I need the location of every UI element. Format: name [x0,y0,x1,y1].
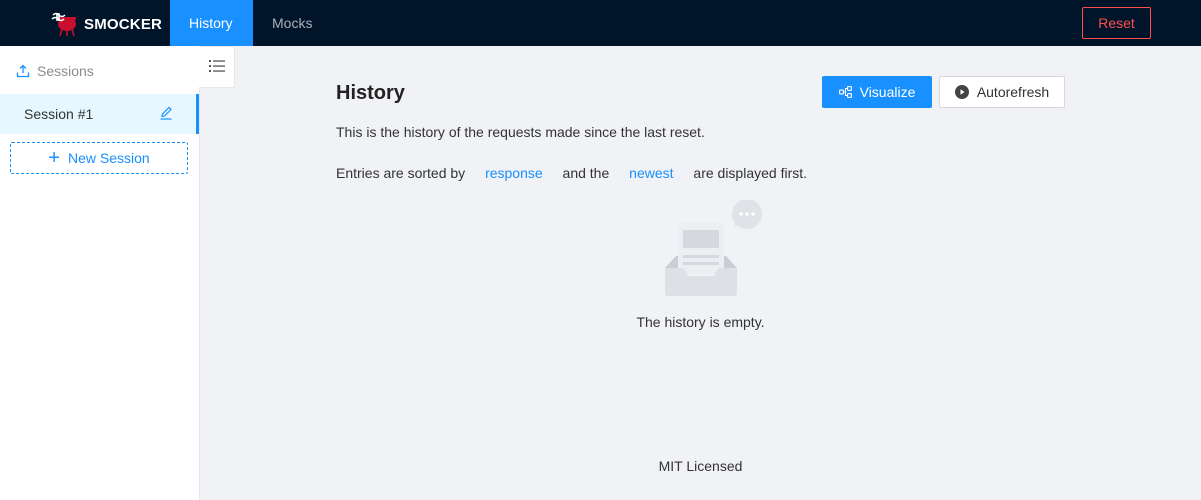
footer-license: MIT Licensed [658,458,743,474]
visualize-label: Visualize [859,84,916,100]
autorefresh-button[interactable]: Autorefresh [939,76,1065,108]
reset-button[interactable]: Reset [1082,7,1151,39]
nav-history[interactable]: History [170,0,253,46]
page-title: History [336,82,405,104]
upload-icon [16,64,30,78]
visualize-button[interactable]: Visualize [822,76,932,108]
sort-middle: and the [562,165,610,181]
edit-icon[interactable] [159,106,173,120]
sessions-label: Sessions [37,63,94,79]
brand-logo[interactable]: SMOCKER [50,11,162,37]
sort-prefix: Entries are sorted by [336,165,466,181]
sidebar-toggle-button[interactable] [199,46,235,88]
empty-state-text: The history is empty. [636,314,765,330]
plus-icon: + [48,147,60,169]
sort-field-link[interactable]: response [485,165,543,181]
branches-icon [838,86,852,98]
menu-unfold-icon [208,59,225,76]
empty-inbox-icon [662,199,764,301]
nav-mocks[interactable]: Mocks [253,0,331,46]
sessions-sidebar: Sessions Session #1 + New Session [0,46,200,500]
history-description: This is the history of the requests made… [336,124,705,140]
play-circle-icon [954,85,969,99]
sessions-header[interactable]: Sessions [16,63,94,79]
sort-order-link[interactable]: newest [629,165,673,181]
sort-info: Entries are sorted by response and the n… [336,165,807,181]
new-session-label: New Session [67,150,150,166]
new-session-button[interactable]: + New Session [10,142,188,174]
sort-suffix: are displayed first. [693,165,808,181]
top-header: SMOCKER History Mocks Reset [0,0,1201,46]
autorefresh-label: Autorefresh [976,84,1050,100]
session-label: Session #1 [24,106,94,122]
brand-name: SMOCKER [84,15,163,33]
session-item[interactable]: Session #1 [0,94,199,134]
smocker-logo-icon [50,11,78,37]
